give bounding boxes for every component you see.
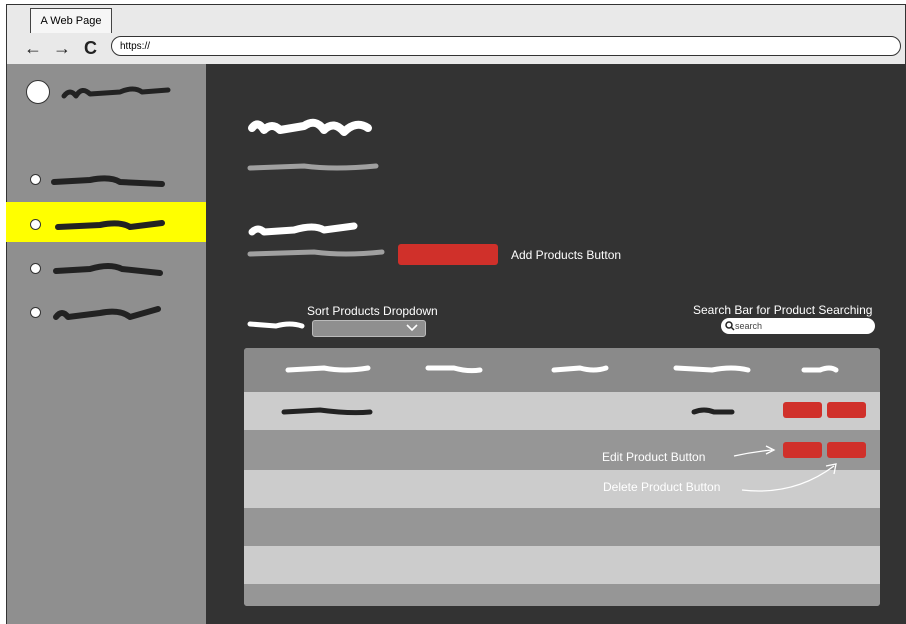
sidebar-item-4-scribble[interactable] xyxy=(50,303,170,323)
sidebar-logo-icon xyxy=(26,80,50,104)
row-1-name-scribble xyxy=(281,407,373,416)
column-header-3-scribble xyxy=(551,365,609,373)
search-input[interactable]: search xyxy=(721,318,875,334)
delete-product-button[interactable] xyxy=(827,402,866,418)
search-icon xyxy=(725,321,735,331)
row-1-value-scribble xyxy=(691,407,735,415)
column-header-1-scribble xyxy=(285,365,371,373)
sidebar-item-1-radio-icon[interactable] xyxy=(30,174,41,185)
table-row[interactable] xyxy=(244,508,880,546)
sidebar-item-4-radio-icon[interactable] xyxy=(30,307,41,318)
sidebar-title-scribble xyxy=(61,86,171,99)
sidebar-item-3-scribble[interactable] xyxy=(50,259,170,279)
back-arrow-icon[interactable]: ← xyxy=(24,38,42,58)
sidebar xyxy=(6,64,207,624)
browser-tab[interactable]: A Web Page xyxy=(30,8,112,33)
sidebar-item-2-scribble[interactable] xyxy=(50,215,170,235)
edit-product-annotation: Edit Product Button xyxy=(602,450,706,464)
table-row[interactable] xyxy=(244,392,880,430)
sort-products-dropdown[interactable] xyxy=(312,320,426,337)
add-products-annotation: Add Products Button xyxy=(511,248,622,262)
column-header-2-scribble xyxy=(425,365,483,374)
forward-arrow-icon[interactable]: → xyxy=(53,38,71,58)
sort-dropdown-annotation: Sort Products Dropdown xyxy=(307,304,438,318)
chevron-down-icon xyxy=(406,324,418,332)
delete-product-annotation: Delete Product Button xyxy=(603,480,721,494)
section-description-scribble xyxy=(247,249,385,257)
column-header-5-scribble xyxy=(801,365,839,373)
sidebar-item-3-radio-icon[interactable] xyxy=(30,263,41,274)
sidebar-item-1-scribble[interactable] xyxy=(50,170,170,190)
page-title-scribble xyxy=(248,118,372,136)
add-products-button[interactable] xyxy=(398,244,498,265)
page-subtitle-scribble xyxy=(247,163,379,171)
search-placeholder: search xyxy=(735,321,763,331)
sort-label-scribble xyxy=(247,321,305,329)
reload-icon[interactable]: C xyxy=(84,38,97,58)
table-row[interactable] xyxy=(244,584,880,606)
url-bar[interactable]: https:// xyxy=(111,36,901,56)
table-header xyxy=(244,348,880,392)
sidebar-item-2-radio-icon[interactable] xyxy=(30,219,41,230)
table-row[interactable] xyxy=(244,546,880,584)
edit-product-button[interactable] xyxy=(783,402,822,418)
section-heading-scribble xyxy=(248,222,358,236)
search-bar-annotation: Search Bar for Product Searching xyxy=(693,303,873,317)
column-header-4-scribble xyxy=(673,365,751,373)
annotation-arrows xyxy=(733,445,837,492)
